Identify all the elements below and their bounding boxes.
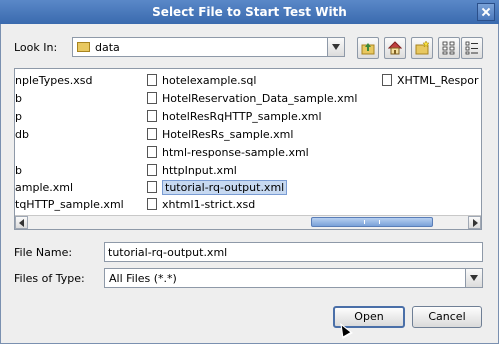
list-item[interactable]: httpInput.xml (147, 162, 237, 179)
file-icon (147, 110, 157, 122)
files-of-type-label: Files of Type: (14, 272, 85, 285)
file-icon (147, 92, 157, 104)
folder-icon (77, 42, 90, 52)
files-of-type-value: All Files (*.*) (109, 272, 177, 285)
home-icon (387, 41, 403, 55)
file-icon (147, 198, 157, 210)
list-view-icon (442, 41, 456, 55)
file-icon (147, 146, 157, 158)
file-icon (147, 164, 157, 176)
details-view-button[interactable] (461, 37, 483, 59)
horizontal-scrollbar[interactable] (15, 215, 481, 229)
list-item[interactable]: p (15, 108, 22, 125)
list-item[interactable]: xhtml1-strict.xsd (147, 196, 255, 213)
list-item-selected[interactable]: tutorial-rq-output.xml (147, 179, 288, 196)
list-item[interactable]: tqHTTP_sample.xml (15, 196, 124, 213)
look-in-value: data (95, 41, 120, 54)
scrollbar-thumb[interactable] (311, 217, 433, 227)
home-button[interactable] (384, 37, 406, 59)
look-in-select[interactable]: data (72, 37, 345, 57)
file-icon (147, 74, 157, 86)
up-folder-icon (361, 41, 375, 55)
list-item[interactable]: ample.xml (15, 179, 73, 196)
scroll-right-icon[interactable] (468, 216, 481, 229)
title-bar: Select File to Start Test With (0, 0, 499, 24)
list-item[interactable]: hotelexample.sql (147, 72, 256, 89)
list-item[interactable]: b (15, 90, 22, 107)
scroll-left-icon[interactable] (15, 216, 28, 229)
new-folder-icon (415, 40, 430, 55)
details-view-icon (465, 41, 479, 55)
file-icon (382, 74, 392, 86)
up-one-level-button[interactable] (357, 37, 379, 59)
list-view-button[interactable] (438, 37, 460, 59)
file-list[interactable]: npleTypes.xsd b p db b ample.xml tqHTTP_… (14, 68, 482, 230)
look-in-label: Look In: (14, 41, 58, 54)
file-icon (147, 181, 157, 193)
list-item[interactable]: HotelResRs_sample.xml (147, 126, 293, 143)
file-name-field[interactable] (104, 242, 483, 262)
dialog-title: Select File to Start Test With (152, 5, 347, 19)
list-item[interactable]: HotelReservation_Data_sample.xml (147, 90, 357, 107)
new-folder-button[interactable] (411, 37, 433, 59)
list-item[interactable]: XHTML_Respor (382, 72, 479, 89)
close-icon[interactable] (477, 3, 495, 21)
chevron-down-icon[interactable] (327, 38, 344, 56)
list-item[interactable]: hotelResRqHTTP_sample.xml (147, 108, 322, 125)
files-of-type-select[interactable]: All Files (*.*) (104, 268, 483, 288)
file-name-label: File Name: (14, 246, 73, 259)
file-name-input[interactable] (105, 243, 482, 261)
list-item[interactable]: npleTypes.xsd (15, 72, 93, 89)
list-item[interactable]: db (15, 126, 29, 143)
chevron-down-icon[interactable] (465, 269, 482, 287)
cancel-button[interactable]: Cancel (412, 306, 482, 328)
list-item[interactable]: html-response-sample.xml (147, 144, 309, 161)
list-item[interactable]: b (15, 162, 22, 179)
file-icon (147, 128, 157, 140)
